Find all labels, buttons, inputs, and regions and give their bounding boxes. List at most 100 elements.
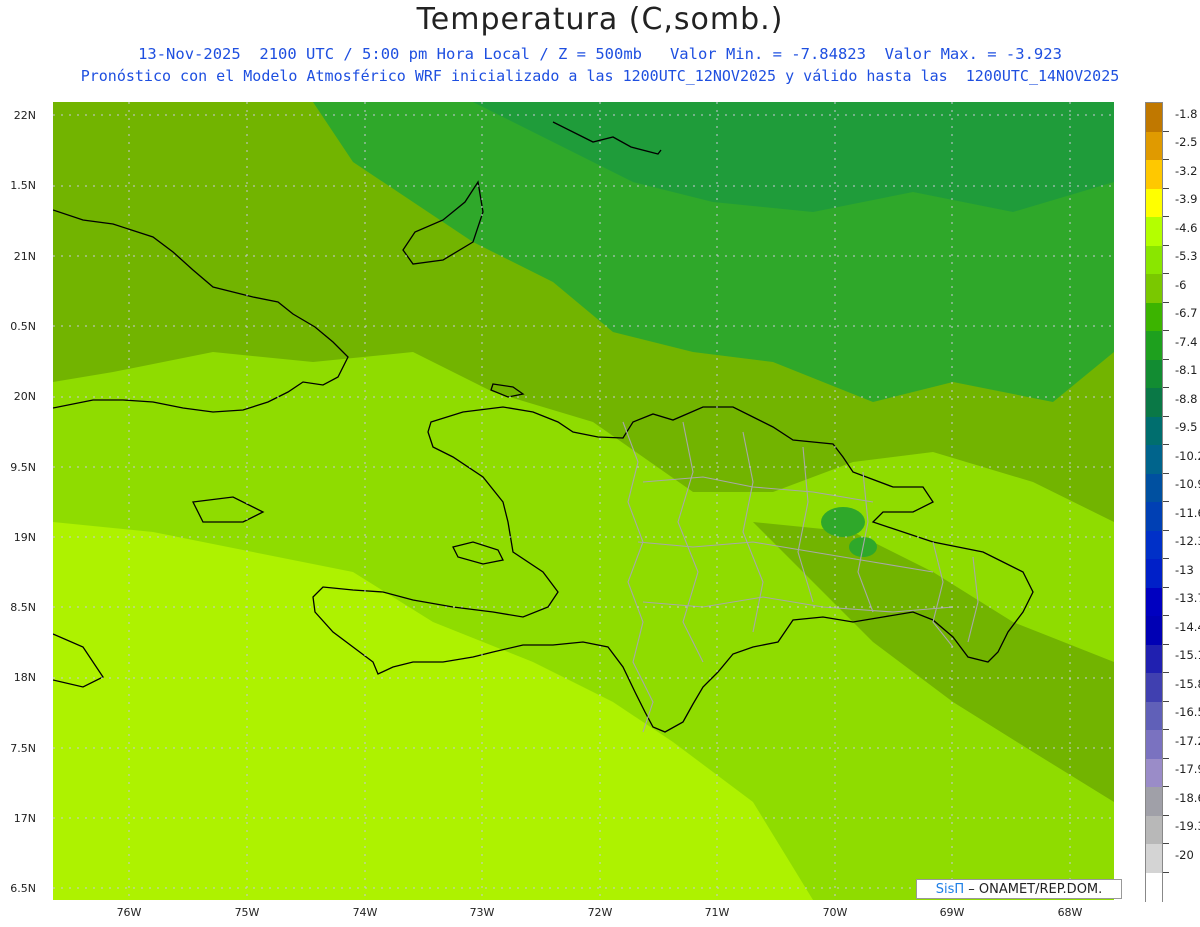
colorbar-tick [1163, 871, 1169, 873]
colorbar-label: -17.9 [1175, 762, 1200, 776]
colorbar-tick [1163, 273, 1169, 274]
colorbar-segment [1146, 644, 1162, 674]
chart-title: Temperatura (C,somb.) [416, 2, 784, 37]
colorbar-label: -8.8 [1175, 391, 1198, 406]
colorbar-label: -20 [1175, 847, 1194, 862]
colorbar-tick [1163, 700, 1169, 702]
lon-label: 76W [116, 906, 142, 919]
lat-label: 18N [13, 671, 36, 684]
colorbar-tick [1163, 387, 1169, 388]
lon-label: 69W [939, 906, 965, 919]
colorbar-segment [1146, 787, 1162, 816]
colorbar-segment [1146, 815, 1162, 845]
colorbar-segment [1146, 131, 1162, 161]
colorbar-tick [1163, 358, 1169, 360]
colorbar-segment [1146, 473, 1162, 503]
colorbar [1145, 102, 1163, 902]
colorbar-label: -17.2 [1175, 733, 1200, 748]
colorbar-tick [1163, 216, 1169, 217]
colorbar-label: -8.1 [1175, 363, 1198, 377]
colorbar-tick [1163, 187, 1169, 189]
colorbar-segment [1146, 587, 1162, 617]
colorbar-segment [1146, 559, 1162, 588]
lat-label: 9.5N [10, 461, 36, 474]
colorbar-label: -2.5 [1175, 135, 1198, 149]
lat-label: 22N [13, 109, 36, 122]
temperature-map [53, 102, 1114, 900]
colorbar-tick [1163, 672, 1169, 673]
colorbar-segment [1146, 245, 1162, 275]
colorbar-segment [1146, 673, 1162, 702]
colorbar-label: -15.8 [1175, 676, 1200, 691]
colorbar-tick [1163, 415, 1169, 417]
lon-label: 72W [587, 906, 613, 919]
colorbar-tick [1163, 615, 1169, 616]
colorbar-tick [1163, 301, 1169, 303]
colorbar-tick [1163, 159, 1169, 160]
colorbar-segment [1146, 872, 1162, 902]
colorbar-tick [1163, 558, 1169, 559]
lon-label: 71W [704, 906, 730, 919]
colorbar-label: -13.7 [1175, 591, 1200, 605]
colorbar-label: -6.7 [1175, 306, 1198, 320]
colorbar-tick [1163, 643, 1169, 645]
colorbar-label: -3.2 [1175, 163, 1198, 178]
colorbar-label: -6 [1175, 277, 1187, 292]
colorbar-label: -10.2 [1175, 448, 1200, 463]
lat-label: 21N [13, 250, 36, 263]
colorbar-tick [1163, 843, 1169, 844]
lat-label: 6.5N [10, 882, 36, 895]
lon-label: 73W [469, 906, 495, 919]
colorbar-tick [1163, 529, 1169, 531]
lat-label: 8.5N [10, 601, 36, 614]
lat-label: 7.5N [10, 742, 36, 755]
colorbar-segment [1146, 445, 1162, 474]
lat-label: 19N [13, 531, 36, 544]
colorbar-tick [1163, 586, 1169, 588]
colorbar-segment [1146, 730, 1162, 759]
colorbar-segment [1146, 416, 1162, 446]
colorbar-tick [1163, 501, 1169, 502]
colorbar-label: -10.9 [1175, 477, 1200, 491]
colorbar-segment [1146, 217, 1162, 246]
colorbar-segment [1146, 530, 1162, 560]
lat-label: 0.5N [10, 320, 36, 333]
colorbar-label: -19.3 [1175, 819, 1200, 833]
subtitle-datetime: 13-Nov-2025 2100 UTC / 5:00 pm Hora Loca… [138, 45, 1062, 63]
lon-label: 75W [234, 906, 260, 919]
lat-label: 1.5N [10, 179, 36, 192]
colorbar-segment [1146, 188, 1162, 218]
colorbar-label: -1.8 [1175, 106, 1198, 121]
credit-text: – ONAMET/REP.DOM. [964, 882, 1103, 897]
colorbar-segment [1146, 359, 1162, 389]
lon-label: 68W [1057, 906, 1083, 919]
credit-box: SisΠ – ONAMET/REP.DOM. [916, 879, 1122, 899]
colorbar-tick [1163, 814, 1169, 816]
colorbar-label: -16.5 [1175, 705, 1200, 719]
colorbar-tick [1163, 757, 1169, 759]
colorbar-label: -11.6 [1175, 505, 1200, 520]
colorbar-segment [1146, 388, 1162, 417]
colorbar-segment [1146, 274, 1162, 303]
colorbar-tick [1163, 330, 1169, 331]
colorbar-tick [1163, 244, 1169, 246]
colorbar-label: -3.9 [1175, 192, 1198, 206]
colorbar-label: -18.6 [1175, 790, 1200, 805]
colorbar-label: -7.4 [1175, 334, 1198, 349]
colorbar-segment [1146, 616, 1162, 645]
colorbar-label: -15.1 [1175, 648, 1200, 662]
field-cold-patch [821, 507, 865, 537]
colorbar-label: -13 [1175, 562, 1194, 577]
colorbar-tick [1163, 444, 1169, 445]
colorbar-segment [1146, 160, 1162, 189]
colorbar-tick [1163, 130, 1169, 132]
lon-label: 70W [822, 906, 848, 919]
colorbar-segment [1146, 701, 1162, 731]
colorbar-segment [1146, 103, 1162, 132]
subtitle-model-info: Pronóstico con el Modelo Atmosférico WRF… [80, 67, 1120, 85]
colorbar-label: -5.3 [1175, 249, 1198, 263]
colorbar-segment [1146, 758, 1162, 788]
colorbar-tick [1163, 729, 1169, 730]
colorbar-segment [1146, 302, 1162, 332]
colorbar-label: -12.3 [1175, 534, 1200, 548]
